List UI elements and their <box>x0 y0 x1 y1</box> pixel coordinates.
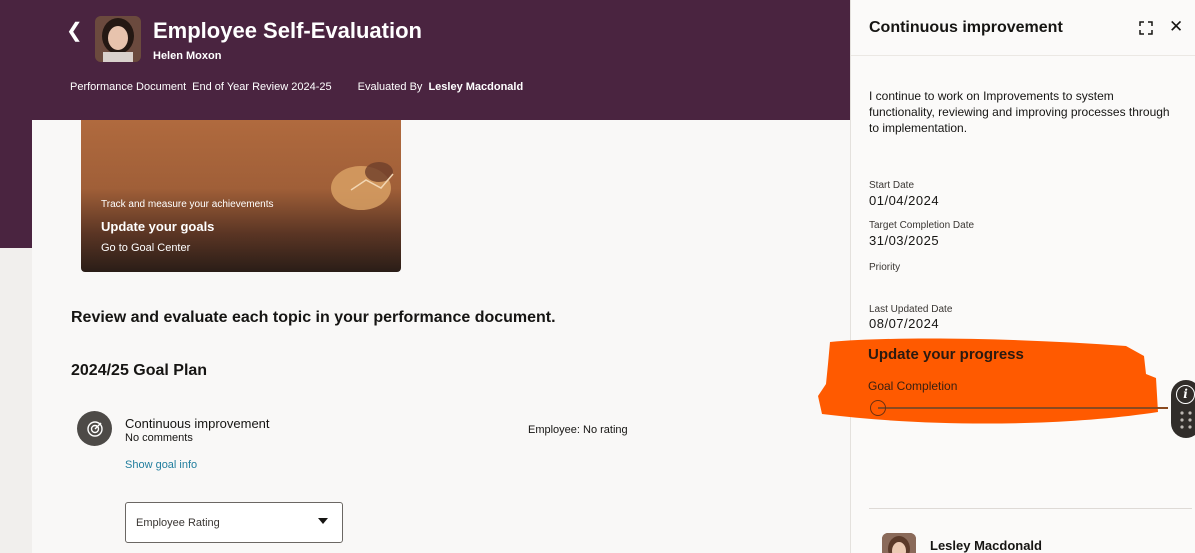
avatar <box>882 533 916 553</box>
decorative-illustration <box>331 162 394 210</box>
close-icon[interactable]: ✕ <box>1169 18 1185 36</box>
goal-completion-slider-track[interactable] <box>878 407 1168 409</box>
update-progress-title: Update your progress <box>868 346 1024 363</box>
document-value: End of Year Review 2024-25 <box>192 81 332 93</box>
goal-card-kicker: Track and measure your achievements <box>101 199 274 210</box>
employee-rating-status: Employee: No rating <box>528 424 628 436</box>
goal-completion-label: Goal Completion <box>868 379 958 393</box>
goal-description: I continue to work on Improvements to sy… <box>869 89 1170 135</box>
goal-name: Continuous improvement <box>125 416 270 431</box>
goal-center-card[interactable]: Track and measure your achievements Upda… <box>81 120 401 272</box>
expand-icon[interactable] <box>1138 20 1154 36</box>
go-to-goal-center-link[interactable]: Go to Goal Center <box>101 242 190 254</box>
instructions-text: Review and evaluate each topic in your p… <box>71 309 556 326</box>
evaluated-by-label: Evaluated By <box>357 81 423 93</box>
drawer-title: Continuous improvement <box>869 19 1063 36</box>
goal-comments: No comments <box>125 432 193 444</box>
start-date-value: 01/04/2024 <box>869 193 940 208</box>
last-updated-value: 08/07/2024 <box>869 316 940 331</box>
priority-label: Priority <box>869 262 901 273</box>
page-title: Employee Self-Evaluation <box>153 18 422 43</box>
floating-help-pill[interactable]: i <box>1171 380 1195 438</box>
divider <box>851 55 1195 56</box>
start-date-label: Start Date <box>869 180 915 191</box>
divider <box>869 508 1192 509</box>
chevron-left-icon[interactable]: ❮ <box>66 20 86 42</box>
evaluated-by-value: Lesley Macdonald <box>428 81 524 93</box>
employee-name: Helen Moxon <box>153 50 222 62</box>
caret-down-icon <box>318 518 328 524</box>
goal-plan-title: 2024/25 Goal Plan <box>71 362 208 379</box>
target-icon <box>77 411 112 446</box>
target-date-label: Target Completion Date <box>869 220 975 231</box>
last-updated-label: Last Updated Date <box>869 304 953 315</box>
document-label: Performance Document <box>70 81 187 93</box>
show-goal-info-link[interactable]: Show goal info <box>125 459 197 471</box>
goal-completion-slider-thumb[interactable] <box>870 400 886 416</box>
document-meta: Performance Document End of Year Review … <box>70 81 523 93</box>
goal-details-drawer: Continuous improvement ✕ I continue to w… <box>850 0 1195 553</box>
evaluator-name: Lesley Macdonald <box>930 538 1042 553</box>
employee-rating-select[interactable]: Employee Rating <box>125 502 343 543</box>
goal-card-title: Update your goals <box>101 219 215 234</box>
info-icon[interactable]: i <box>1176 385 1195 404</box>
target-date-value: 31/03/2025 <box>869 233 940 248</box>
avatar <box>95 16 141 62</box>
employee-rating-select-label: Employee Rating <box>136 517 220 529</box>
grip-icon[interactable] <box>1179 410 1193 430</box>
